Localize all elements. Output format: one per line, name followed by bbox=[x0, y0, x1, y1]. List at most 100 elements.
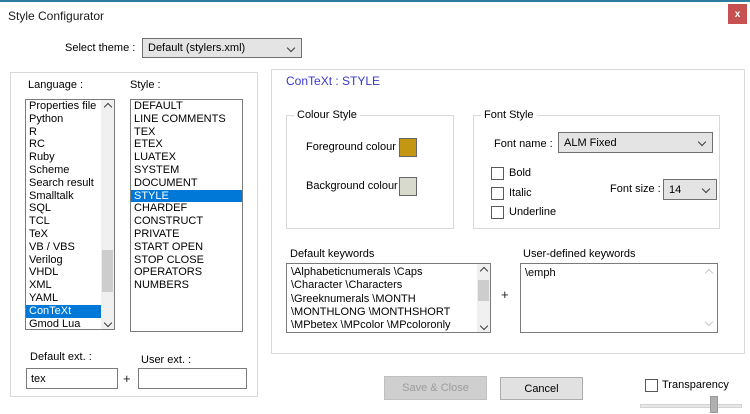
scroll-up-icon[interactable] bbox=[101, 100, 114, 113]
keyword-line: \Character \Characters bbox=[287, 279, 477, 292]
italic-label: Italic bbox=[509, 187, 532, 199]
transparency-label: Transparency bbox=[662, 379, 729, 391]
theme-select-value: Default (stylers.xml) bbox=[148, 42, 245, 54]
list-item[interactable]: LINE COMMENTS bbox=[131, 113, 242, 126]
foreground-colour-swatch[interactable] bbox=[399, 138, 417, 157]
list-item[interactable]: NUMBERS bbox=[131, 279, 242, 292]
style-label: Style : bbox=[130, 79, 161, 91]
language-listbox[interactable]: Properties file Python R RC Ruby Scheme … bbox=[25, 99, 115, 330]
keyword-line: \MPbetex \MPcolor \MPcoloronly bbox=[287, 319, 477, 332]
scrollbar-thumb[interactable] bbox=[478, 280, 489, 301]
list-item[interactable]: TeX bbox=[26, 228, 101, 241]
user-ext-input[interactable] bbox=[138, 368, 247, 389]
foreground-colour-label: Foreground colour bbox=[306, 141, 396, 153]
language-label: Language : bbox=[28, 79, 83, 91]
chevron-down-icon bbox=[702, 185, 710, 193]
list-item[interactable]: OPERATORS bbox=[131, 266, 242, 279]
list-item[interactable]: VHDL bbox=[26, 266, 101, 279]
keyword-line: \Greeknumerals \MONTH bbox=[287, 293, 477, 306]
default-keywords-box[interactable]: \Alphabeticnumerals \Caps \Character \Ch… bbox=[286, 263, 491, 333]
current-selection-header: ConTeXt : STYLE bbox=[286, 74, 380, 88]
chevron-down-icon bbox=[698, 138, 706, 146]
list-item[interactable]: Search result bbox=[26, 177, 101, 190]
list-item[interactable]: DEFAULT bbox=[131, 100, 242, 113]
list-item[interactable]: Verilog bbox=[26, 254, 101, 267]
underline-label: Underline bbox=[509, 206, 556, 218]
default-ext-input[interactable] bbox=[26, 368, 118, 389]
list-item-selected-style[interactable]: STYLE bbox=[131, 190, 242, 203]
bold-checkbox[interactable] bbox=[491, 167, 504, 180]
bold-label: Bold bbox=[509, 167, 531, 179]
font-name-select[interactable]: ALM Fixed bbox=[558, 132, 713, 153]
transparency-checkbox[interactable] bbox=[645, 379, 658, 392]
list-item[interactable]: DOCUMENT bbox=[131, 177, 242, 190]
keyword-line: \Alphabeticnumerals \Caps bbox=[287, 266, 477, 279]
underline-checkbox[interactable] bbox=[491, 206, 504, 219]
list-item[interactable]: CONSTRUCT bbox=[131, 215, 242, 228]
default-keywords-label: Default keywords bbox=[290, 248, 374, 260]
scroll-down-icon[interactable] bbox=[101, 316, 114, 329]
list-item[interactable]: Ruby bbox=[26, 151, 101, 164]
cancel-button[interactable]: Cancel bbox=[500, 377, 583, 400]
font-name-value: ALM Fixed bbox=[564, 137, 617, 149]
keyword-line: \MONTHLONG \MONTHSHORT bbox=[287, 306, 477, 319]
select-theme-label: Select theme : bbox=[65, 42, 135, 54]
list-item[interactable]: PRIVATE bbox=[131, 228, 242, 241]
user-keyword-value: \emph bbox=[521, 264, 717, 280]
transparency-slider[interactable] bbox=[640, 396, 742, 414]
language-scrollbar[interactable] bbox=[101, 100, 114, 329]
scroll-down-icon bbox=[705, 318, 713, 326]
font-size-label: Font size : bbox=[610, 183, 661, 195]
window-title: Style Configurator bbox=[8, 9, 104, 23]
list-item[interactable]: RC bbox=[26, 138, 101, 151]
user-ext-label: User ext. : bbox=[141, 354, 191, 366]
list-item[interactable]: START OPEN bbox=[131, 241, 242, 254]
style-configurator-dialog: Style Configurator x Select theme : Defa… bbox=[0, 0, 750, 414]
list-item[interactable]: STOP CLOSE bbox=[131, 254, 242, 267]
theme-select[interactable]: Default (stylers.xml) bbox=[142, 38, 302, 58]
list-item[interactable]: ETEX bbox=[131, 138, 242, 151]
font-name-label: Font name : bbox=[494, 138, 553, 150]
style-listbox[interactable]: DEFAULT LINE COMMENTS TEX ETEX LUATEX SY… bbox=[130, 99, 243, 332]
default-ext-label: Default ext. : bbox=[30, 351, 92, 363]
default-keywords-scrollbar[interactable] bbox=[477, 264, 490, 332]
list-item[interactable]: Scheme bbox=[26, 164, 101, 177]
close-button[interactable]: x bbox=[728, 4, 747, 24]
list-item[interactable]: TEX bbox=[131, 126, 242, 139]
scroll-down-icon[interactable] bbox=[477, 319, 490, 332]
italic-checkbox[interactable] bbox=[491, 187, 504, 200]
list-item[interactable]: XML bbox=[26, 279, 101, 292]
close-icon: x bbox=[735, 9, 741, 20]
scroll-up-icon[interactable] bbox=[477, 264, 490, 277]
font-style-title: Font Style bbox=[481, 109, 537, 121]
keywords-plus-sign: + bbox=[501, 287, 509, 302]
list-item[interactable]: Python bbox=[26, 113, 101, 126]
chevron-down-icon bbox=[287, 44, 295, 52]
list-item[interactable]: TCL bbox=[26, 215, 101, 228]
user-keywords-box[interactable]: \emph bbox=[520, 263, 718, 333]
list-item[interactable]: Gmod Lua bbox=[26, 318, 101, 330]
font-size-select[interactable]: 14 bbox=[663, 179, 717, 200]
colour-style-title: Colour Style bbox=[294, 109, 360, 121]
list-item-selected-language[interactable]: ConTeXt bbox=[26, 305, 101, 318]
list-item[interactable]: YAML bbox=[26, 292, 101, 305]
list-item[interactable]: CHARDEF bbox=[131, 202, 242, 215]
list-item[interactable]: SQL bbox=[26, 202, 101, 215]
save-and-close-label: Save & Close bbox=[402, 382, 469, 394]
list-item[interactable]: Properties file bbox=[26, 100, 101, 113]
list-item[interactable]: Smalltalk bbox=[26, 190, 101, 203]
list-item[interactable]: SYSTEM bbox=[131, 164, 242, 177]
list-item[interactable]: R bbox=[26, 126, 101, 139]
list-item[interactable]: VB / VBS bbox=[26, 241, 101, 254]
list-item[interactable]: LUATEX bbox=[131, 151, 242, 164]
scrollbar-thumb[interactable] bbox=[102, 250, 113, 292]
user-keywords-label: User-defined keywords bbox=[523, 248, 636, 260]
transparency-slider-track[interactable] bbox=[640, 404, 742, 408]
transparency-slider-thumb[interactable] bbox=[710, 396, 718, 413]
ext-plus-sign: + bbox=[123, 371, 131, 386]
background-colour-swatch[interactable] bbox=[399, 177, 417, 196]
colour-style-groupbox bbox=[286, 115, 454, 229]
font-size-value: 14 bbox=[669, 184, 681, 196]
save-and-close-button[interactable]: Save & Close bbox=[384, 376, 487, 400]
cancel-label: Cancel bbox=[524, 383, 558, 395]
